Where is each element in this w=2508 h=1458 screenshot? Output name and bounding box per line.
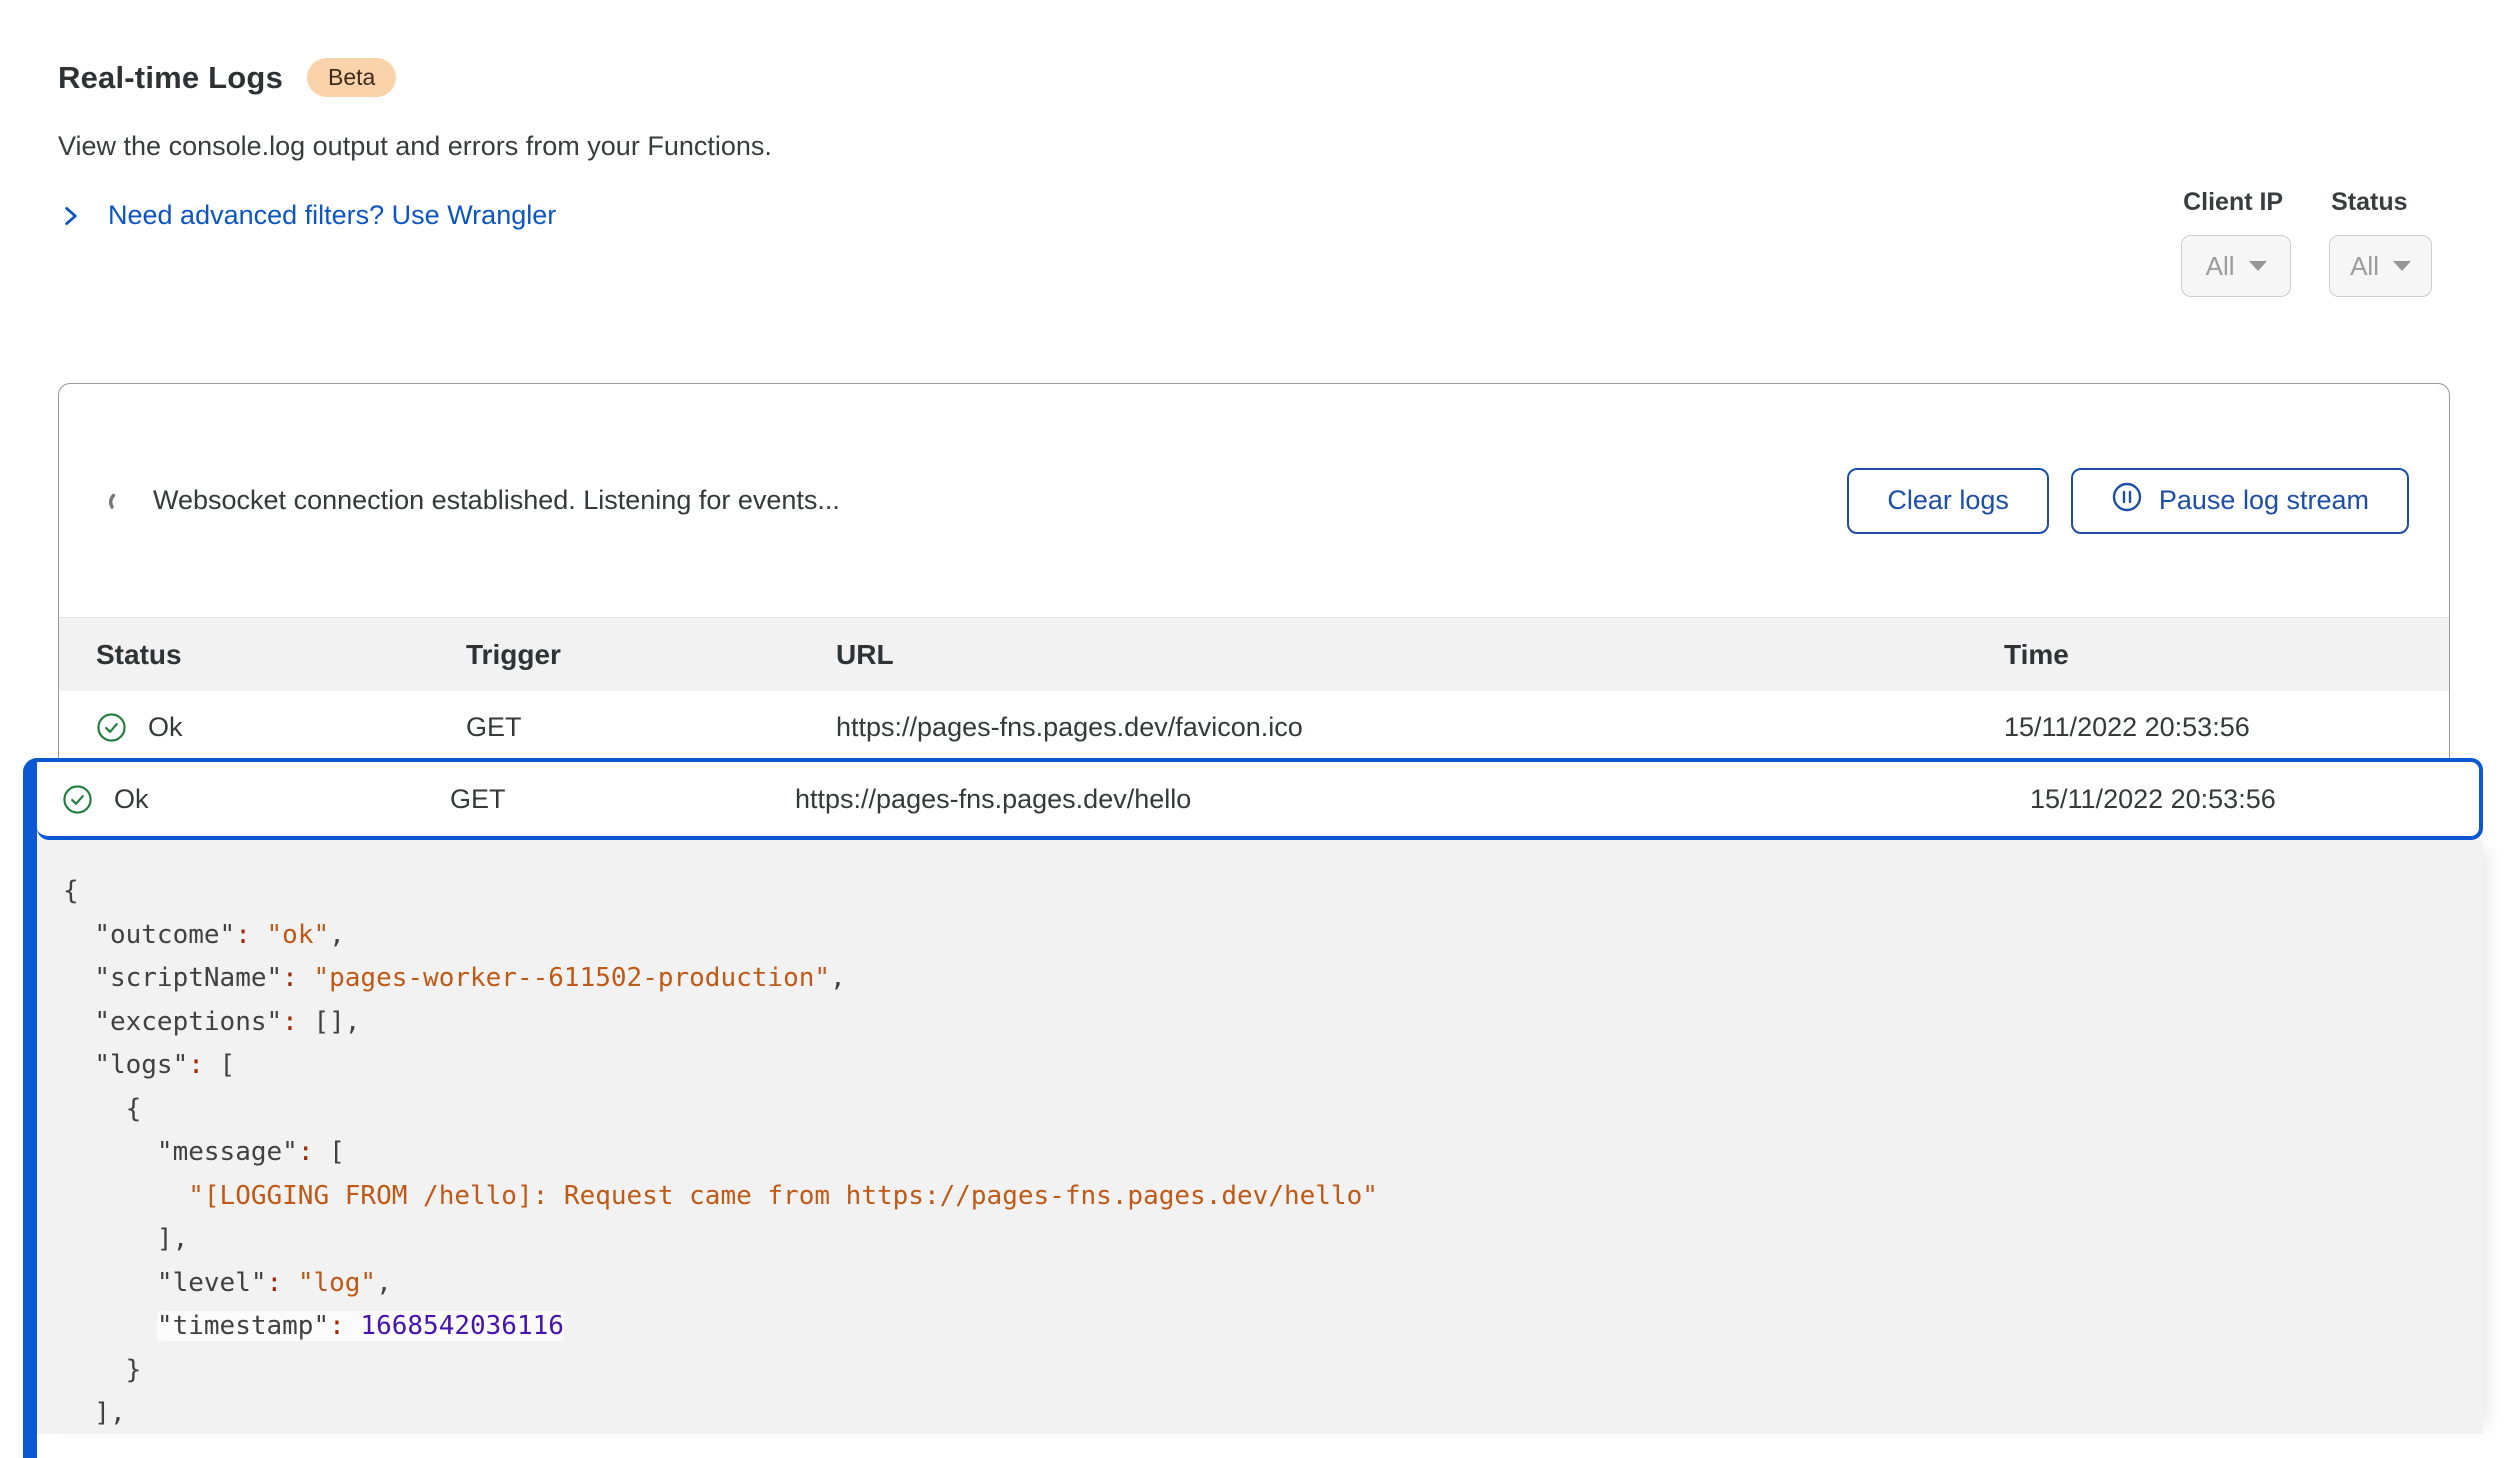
expanded-log-entry: Ok GET https://pages-fns.pages.dev/hello… [23,758,2483,1458]
wrangler-link-label: Need advanced filters? Use Wrangler [108,200,556,231]
time-value: 15/11/2022 20:53:56 [2030,784,2479,815]
status-value: Ok [148,712,183,743]
page-header: Real-time Logs Beta View the console.log… [58,58,772,231]
status-filter: Status All [2329,188,2432,297]
websocket-status-message: Websocket connection established. Listen… [153,485,840,516]
column-header-time: Time [2004,639,2449,671]
clear-logs-button[interactable]: Clear logs [1847,468,2049,534]
table-header: Status Trigger URL Time [59,617,2449,691]
wrangler-link[interactable]: Need advanced filters? Use Wrangler [58,200,772,231]
trigger-value: GET [466,712,836,743]
spinner-icon [107,489,131,513]
ok-check-icon [62,784,93,815]
pause-log-stream-label: Pause log stream [2159,485,2369,516]
client-ip-label: Client IP [2183,188,2291,217]
pause-circle-icon [2111,481,2143,520]
table-row[interactable]: Ok GET https://pages-fns.pages.dev/favic… [59,691,2449,764]
url-value: https://pages-fns.pages.dev/hello [795,784,2030,815]
ok-check-icon [96,712,127,743]
pause-log-stream-button[interactable]: Pause log stream [2071,468,2409,534]
filters: Client IP All Status All [2181,188,2432,297]
column-header-status: Status [96,639,466,671]
column-header-url: URL [836,639,2004,671]
websocket-status-bar: Websocket connection established. Listen… [59,384,2449,617]
status-value: Ok [114,784,149,815]
trigger-value: GET [450,784,795,815]
url-value: https://pages-fns.pages.dev/favicon.ico [836,712,2004,743]
log-detail-json: { "outcome": "ok", "scriptName": "pages-… [37,840,2483,1434]
client-ip-dropdown[interactable]: All [2181,235,2291,297]
status-cell: Ok [62,784,450,815]
caret-down-icon [2393,261,2411,271]
logs-card: Websocket connection established. Listen… [58,383,2450,765]
time-value: 15/11/2022 20:53:56 [2004,712,2449,743]
beta-badge: Beta [307,58,396,97]
table-row-selected[interactable]: Ok GET https://pages-fns.pages.dev/hello… [37,758,2483,840]
client-ip-value: All [2206,251,2235,282]
page-subtitle: View the console.log output and errors f… [58,131,772,162]
status-filter-value: All [2350,251,2379,282]
selection-accent-bar [23,758,37,1458]
status-cell: Ok [96,712,466,743]
page-title: Real-time Logs [58,60,283,96]
chevron-right-icon [58,203,84,229]
client-ip-filter: Client IP All [2181,188,2291,297]
caret-down-icon [2249,261,2267,271]
clear-logs-label: Clear logs [1887,485,2009,516]
status-filter-label: Status [2331,188,2432,217]
column-header-trigger: Trigger [466,639,836,671]
status-dropdown[interactable]: All [2329,235,2432,297]
